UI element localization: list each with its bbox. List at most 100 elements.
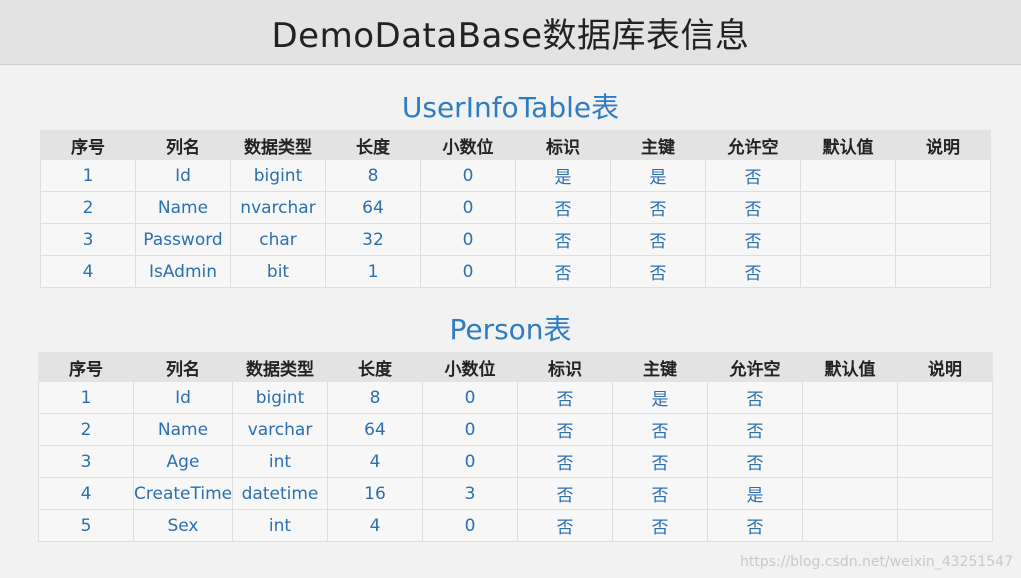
- table-cell: 0: [420, 191, 516, 224]
- table-cell: [895, 223, 991, 256]
- table-cell: [802, 413, 898, 446]
- table-cell: 5: [38, 509, 134, 542]
- watermark: https://blog.csdn.net/weixin_43251547: [739, 554, 1013, 570]
- table-cell: 64: [327, 413, 423, 446]
- table-cell: Name: [133, 413, 233, 446]
- table-cell: Id: [135, 159, 231, 192]
- table-cell: 2: [38, 413, 134, 446]
- table-cell: bit: [230, 255, 326, 288]
- table-cell: 是: [612, 381, 708, 414]
- table-cell: [800, 191, 896, 224]
- table-cell: 3: [40, 223, 136, 256]
- column-header: 小数位: [422, 352, 518, 382]
- table-cell: 4: [327, 509, 423, 542]
- column-header: 默认值: [800, 130, 896, 160]
- table-cell: 1: [40, 159, 136, 192]
- table-row: 3 Age int 4 0 否 否 否: [38, 445, 993, 478]
- table-cell: 0: [422, 509, 518, 542]
- column-header: 数据类型: [232, 352, 328, 382]
- table-cell: [895, 159, 991, 192]
- table-row: 4 IsAdmin bit 1 0 否 否 否: [40, 255, 991, 288]
- table-cell: 是: [610, 159, 706, 192]
- table-cell: 否: [707, 413, 803, 446]
- table-cell: 否: [515, 191, 611, 224]
- table-cell: 1: [325, 255, 421, 288]
- table-cell: 0: [422, 413, 518, 446]
- table-cell: int: [232, 509, 328, 542]
- table-cell: CreateTime: [133, 477, 233, 510]
- table-cell: 是: [707, 477, 803, 510]
- column-header: 允许空: [705, 130, 801, 160]
- table-cell: 否: [612, 509, 708, 542]
- table-cell: [895, 255, 991, 288]
- table-row: 1 Id bigint 8 0 是 是 否: [40, 159, 991, 192]
- column-header: 列名: [133, 352, 233, 382]
- table-cell: 2: [40, 191, 136, 224]
- table-cell: Id: [133, 381, 233, 414]
- table-cell: 4: [327, 445, 423, 478]
- column-header: 主键: [610, 130, 706, 160]
- column-header: 序号: [40, 130, 136, 160]
- table-cell: 否: [612, 445, 708, 478]
- table-header-row: 序号 列名 数据类型 长度 小数位 标识 主键 允许空 默认值 说明: [38, 352, 993, 382]
- table-title-person: Person表: [449, 313, 572, 346]
- table-cell: [802, 381, 898, 414]
- table-cell: 0: [422, 445, 518, 478]
- table-cell: 否: [612, 413, 708, 446]
- table-cell: [897, 477, 993, 510]
- table-cell: 否: [610, 223, 706, 256]
- table-cell: [800, 223, 896, 256]
- column-header: 小数位: [420, 130, 516, 160]
- table-row: 2 Name nvarchar 64 0 否 否 否: [40, 191, 991, 224]
- column-header: 说明: [895, 130, 991, 160]
- column-header: 序号: [38, 352, 134, 382]
- table-cell: [895, 191, 991, 224]
- table-cell: datetime: [232, 477, 328, 510]
- table-cell: 3: [38, 445, 134, 478]
- table-cell: 否: [517, 477, 613, 510]
- table-cell: IsAdmin: [135, 255, 231, 288]
- table-cell: 4: [38, 477, 134, 510]
- table-row: 5 Sex int 4 0 否 否 否: [38, 509, 993, 542]
- table-cell: 否: [515, 223, 611, 256]
- table-cell: 否: [517, 445, 613, 478]
- column-header: 说明: [897, 352, 993, 382]
- table-cell: nvarchar: [230, 191, 326, 224]
- page-title: DemoDataBase数据库表信息: [271, 15, 750, 56]
- table-cell: 否: [707, 381, 803, 414]
- column-header: 允许空: [707, 352, 803, 382]
- table-row: 1 Id bigint 8 0 否 是 否: [38, 381, 993, 414]
- userinfo-table: 序号 列名 数据类型 长度 小数位 标识 主键 允许空 默认值 说明 1 Id …: [40, 130, 991, 288]
- person-table: 序号 列名 数据类型 长度 小数位 标识 主键 允许空 默认值 说明 1 Id …: [38, 352, 993, 542]
- table-cell: 否: [612, 477, 708, 510]
- table-cell: 否: [705, 191, 801, 224]
- table-row: 4 CreateTime datetime 16 3 否 否 是: [38, 477, 993, 510]
- column-header: 默认值: [802, 352, 898, 382]
- table-cell: char: [230, 223, 326, 256]
- table-cell: 0: [422, 381, 518, 414]
- table-cell: 否: [517, 381, 613, 414]
- table-cell: 否: [705, 255, 801, 288]
- table-cell: 否: [610, 191, 706, 224]
- table-cell: 否: [515, 255, 611, 288]
- table-cell: 0: [420, 223, 516, 256]
- column-header: 标识: [515, 130, 611, 160]
- table-cell: 0: [420, 255, 516, 288]
- table-cell: varchar: [232, 413, 328, 446]
- page-header: DemoDataBase数据库表信息: [0, 0, 1021, 65]
- table-cell: Age: [133, 445, 233, 478]
- column-header: 数据类型: [230, 130, 326, 160]
- table-cell: [800, 255, 896, 288]
- table-cell: 否: [705, 159, 801, 192]
- table-cell: Name: [135, 191, 231, 224]
- table-title-userinfo: UserInfoTable表: [401, 91, 620, 124]
- table-cell: [897, 413, 993, 446]
- table-cell: 否: [517, 509, 613, 542]
- table-cell: 否: [707, 445, 803, 478]
- table-cell: [800, 159, 896, 192]
- table-header-row: 序号 列名 数据类型 长度 小数位 标识 主键 允许空 默认值 说明: [40, 130, 991, 160]
- table-cell: 8: [325, 159, 421, 192]
- table-cell: 否: [517, 413, 613, 446]
- table-cell: int: [232, 445, 328, 478]
- table-cell: [802, 445, 898, 478]
